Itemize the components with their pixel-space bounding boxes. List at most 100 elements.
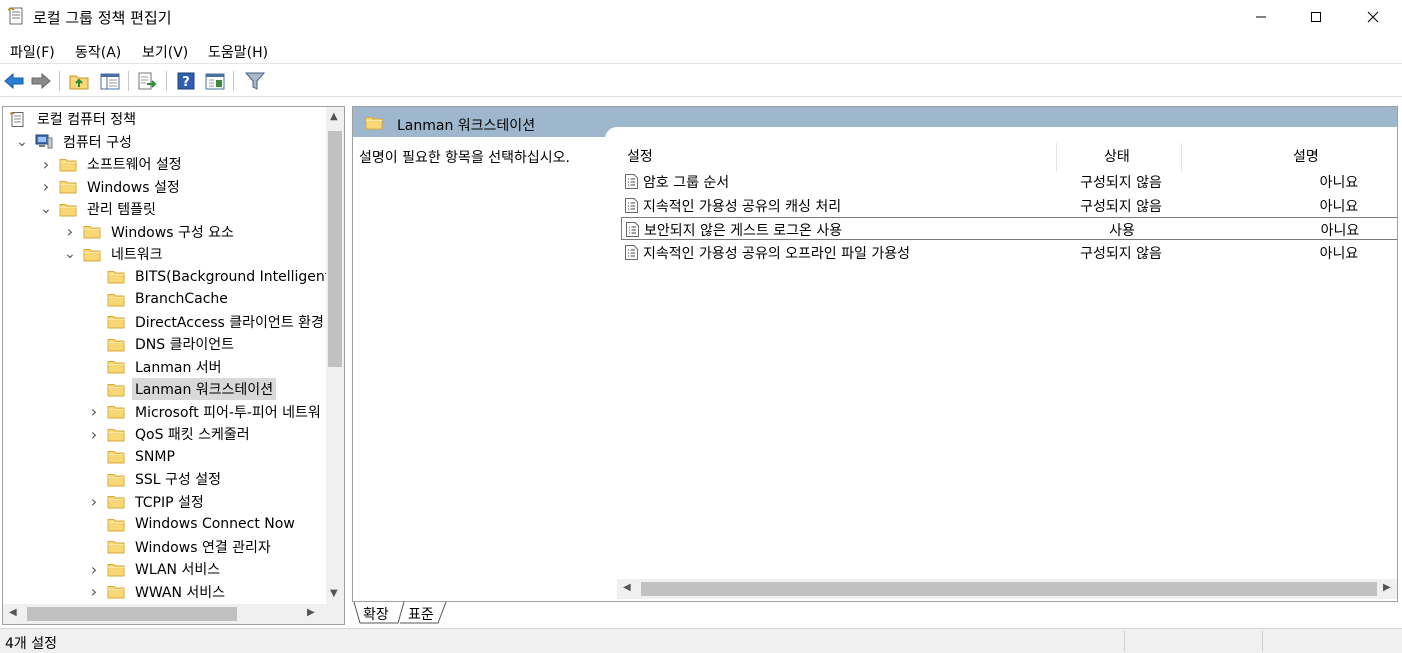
forward-button[interactable] xyxy=(29,70,53,92)
chevron-right-icon[interactable]: › xyxy=(87,582,101,601)
scroll-left-icon[interactable]: ◀ xyxy=(9,607,17,618)
help-button[interactable]: ? xyxy=(174,70,198,92)
tree-vertical-scroll-thumb[interactable] xyxy=(328,131,342,367)
folder-icon xyxy=(59,179,77,194)
folder-icon xyxy=(107,539,125,554)
close-button[interactable] xyxy=(1350,0,1396,34)
policy-setting-row[interactable]: 지속적인 가용성 공유의 오프라인 파일 가용성 구성되지 않음 아니요 xyxy=(621,241,1397,264)
chevron-right-icon[interactable]: › xyxy=(63,222,77,241)
policy-setting-icon xyxy=(625,174,638,189)
tree-item-label: BITS(Background Intelligent T xyxy=(135,268,344,285)
column-divider[interactable] xyxy=(1056,143,1057,171)
minimize-button[interactable] xyxy=(1238,0,1284,34)
folder-icon xyxy=(365,115,383,130)
tree-item-label: WWAN 서비스 xyxy=(135,584,226,601)
show-hide-tree-icon xyxy=(100,73,120,90)
menu-action[interactable]: 동작(A) xyxy=(75,42,121,62)
tree-item-label: SNMP xyxy=(135,448,175,465)
show-hide-tree-button[interactable] xyxy=(98,70,122,92)
export-list-button[interactable] xyxy=(135,70,159,92)
tree-item[interactable]: Lanman 서버 xyxy=(87,356,225,378)
tree-item[interactable]: DirectAccess 클라이언트 환경 xyxy=(87,311,327,333)
tree-horizontal-scroll-thumb[interactable] xyxy=(27,607,237,621)
forward-icon xyxy=(31,73,51,89)
tree-item[interactable]: › WWAN 서비스 xyxy=(87,581,228,603)
chevron-down-icon[interactable]: ⌄ xyxy=(15,134,29,150)
tree-item[interactable]: › 소프트웨어 설정 xyxy=(39,153,185,175)
policy-setting-row[interactable]: 지속적인 가용성 공유의 캐싱 처리 구성되지 않음 아니요 xyxy=(621,194,1397,217)
column-header-comment[interactable]: 설명 xyxy=(1293,146,1319,166)
chevron-right-icon[interactable]: › xyxy=(87,425,101,444)
tree-item[interactable]: ⌄ 컴퓨터 구성 xyxy=(15,131,135,153)
tree-item-label: Windows 구성 요소 xyxy=(111,224,234,241)
chevron-right-icon[interactable]: › xyxy=(87,560,101,579)
tree-item[interactable]: SNMP xyxy=(87,446,178,468)
tree-item[interactable]: Windows Connect Now xyxy=(87,513,298,535)
console-tree[interactable]: 로컬 컴퓨터 정책 ⌄ 컴퓨터 구성 › 소프트웨어 설정 › Windows 설정 ⌄ 관리 … xyxy=(2,106,345,625)
help-icon: ? xyxy=(177,72,195,90)
tree-item[interactable]: › Windows 설정 xyxy=(39,176,183,198)
tree-item[interactable]: › WLAN 서비스 xyxy=(87,558,223,580)
properties-view-button[interactable] xyxy=(203,70,227,92)
tree-vertical-scrollbar[interactable]: ▲ ▼ xyxy=(326,107,344,605)
tree-item[interactable]: 로컬 컴퓨터 정책 xyxy=(9,108,139,130)
filter-button[interactable] xyxy=(243,70,267,92)
scroll-up-icon[interactable]: ▲ xyxy=(330,111,338,122)
back-button[interactable] xyxy=(2,70,26,92)
column-header-setting[interactable]: 설정 xyxy=(627,146,653,166)
column-divider[interactable] xyxy=(1181,143,1182,171)
policy-setting-icon xyxy=(625,198,638,213)
scroll-left-icon[interactable]: ◀ xyxy=(623,582,631,593)
chevron-down-icon[interactable]: ⌄ xyxy=(39,201,53,217)
chevron-right-icon[interactable]: › xyxy=(87,492,101,511)
tree-item[interactable]: SSL 구성 설정 xyxy=(87,468,224,490)
export-list-icon xyxy=(138,72,157,90)
chevron-right-icon[interactable]: › xyxy=(39,155,53,174)
setting-state: 사용 xyxy=(1109,223,1135,239)
status-bar: 4개 설정 xyxy=(0,628,1402,653)
details-horizontal-scrollbar[interactable]: ◀ ▶ xyxy=(617,579,1397,599)
view-tabs: 확장 표준 xyxy=(352,602,1398,626)
chevron-right-icon[interactable]: › xyxy=(87,402,101,421)
scroll-down-icon[interactable]: ▼ xyxy=(330,588,338,599)
scroll-right-icon[interactable]: ▶ xyxy=(1383,582,1391,593)
tree-item[interactable]: ⌄ 네트워크 xyxy=(63,243,166,265)
column-header-state[interactable]: 상태 xyxy=(1104,146,1130,166)
tab-standard[interactable]: 표준 xyxy=(408,604,434,628)
policy-setting-row[interactable]: 보안되지 않은 게스트 로그온 사용 사용 아니요 xyxy=(621,217,1397,240)
svg-text:?: ? xyxy=(182,75,190,90)
details-horizontal-scroll-thumb[interactable] xyxy=(641,582,1377,596)
menu-file[interactable]: 파일(F) xyxy=(10,42,55,62)
up-one-level-button[interactable] xyxy=(67,70,91,92)
tab-extended[interactable]: 확장 xyxy=(363,604,389,628)
tree-item[interactable]: › Windows 구성 요소 xyxy=(63,221,237,243)
tree-item-label: Windows 설정 xyxy=(87,179,180,196)
tree-item[interactable]: DNS 클라이언트 xyxy=(87,333,237,355)
tree-item[interactable]: ⌄ 관리 템플릿 xyxy=(39,198,159,220)
menu-view[interactable]: 보기(V) xyxy=(142,42,188,62)
tree-item[interactable]: › Microsoft 피어-투-피어 네트워 xyxy=(87,401,324,423)
folder-icon xyxy=(107,427,125,442)
chevron-down-icon[interactable]: ⌄ xyxy=(63,246,77,262)
maximize-button[interactable] xyxy=(1293,0,1339,34)
policy-setting-row[interactable]: 암호 그룹 순서 구성되지 않음 아니요 xyxy=(621,170,1397,193)
tree-item[interactable]: BranchCache xyxy=(87,288,231,310)
tree-item[interactable]: BITS(Background Intelligent T xyxy=(87,266,344,288)
tree-item[interactable]: › TCPIP 설정 xyxy=(87,491,207,513)
tree-item[interactable]: Lanman 워크스테이션 xyxy=(87,378,277,400)
scroll-right-icon[interactable]: ▶ xyxy=(307,607,315,618)
menu-help[interactable]: 도움말(H) xyxy=(208,42,268,62)
status-divider xyxy=(1262,631,1263,652)
tree-item[interactable]: › QoS 패킷 스케줄러 xyxy=(87,423,253,445)
toolbar-separator xyxy=(166,71,167,91)
tree-horizontal-scrollbar[interactable]: ◀ ▶ xyxy=(3,604,344,624)
properties-view-icon xyxy=(205,73,225,90)
chevron-right-icon[interactable]: › xyxy=(39,177,53,196)
folder-icon xyxy=(107,517,125,532)
setting-name: 보안되지 않은 게스트 로그온 사용 xyxy=(644,223,843,239)
policy-editor-app-icon xyxy=(8,7,23,25)
tree-item[interactable]: Windows 연결 관리자 xyxy=(87,536,274,558)
